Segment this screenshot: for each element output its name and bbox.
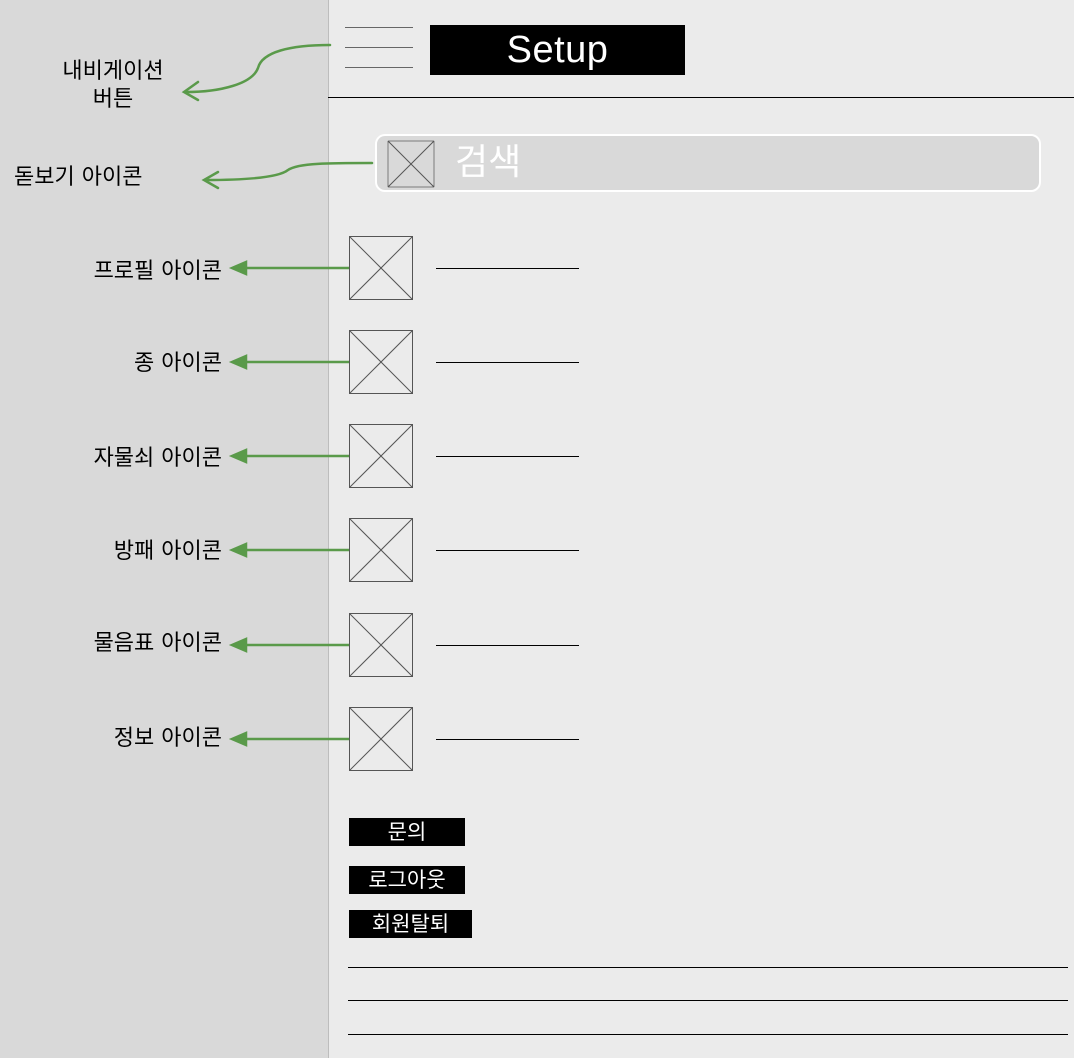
bell-icon[interactable] [349, 330, 413, 394]
lock-icon[interactable] [349, 424, 413, 488]
withdraw-button[interactable]: 회원탈퇴 [349, 910, 472, 938]
annotation-panel [0, 0, 328, 1058]
annotation-nav-button: 내비게이션 버튼 [48, 58, 178, 114]
info-icon[interactable] [349, 707, 413, 771]
header-divider [328, 97, 1074, 98]
logout-button[interactable]: 로그아웃 [349, 866, 465, 894]
annotation-shield-icon: 방패 아이콘 [113, 539, 222, 564]
annotation-lock-icon: 자물쇠 아이콘 [93, 446, 222, 471]
menu-item-profile-line[interactable] [436, 268, 579, 269]
menu-item-shield-line[interactable] [436, 550, 579, 551]
footer-line [348, 1000, 1068, 1001]
question-icon[interactable] [349, 613, 413, 677]
annotation-info-icon: 정보 아이콘 [113, 726, 222, 751]
hamburger-menu-icon[interactable] [345, 27, 413, 69]
page-title: Setup [430, 25, 685, 75]
footer-line [348, 1034, 1068, 1035]
annotation-magnifier-icon: 돋보기 아이콘 [14, 165, 143, 190]
annotation-profile-icon: 프로필 아이콘 [93, 259, 222, 284]
search-placeholder: 검색 [455, 142, 522, 183]
annotation-bell-icon: 종 아이콘 [134, 351, 222, 376]
menu-item-info-line[interactable] [436, 739, 579, 740]
profile-icon[interactable] [349, 236, 413, 300]
search-icon [387, 140, 435, 188]
search-bar[interactable]: 검색 [375, 134, 1041, 192]
annotation-nav-button-line2: 버튼 [92, 87, 134, 112]
menu-item-lock-line[interactable] [436, 456, 579, 457]
menu-item-bell-line[interactable] [436, 362, 579, 363]
menu-item-question-line[interactable] [436, 645, 579, 646]
shield-icon[interactable] [349, 518, 413, 582]
contact-button[interactable]: 문의 [349, 818, 465, 846]
footer-line [348, 967, 1068, 968]
annotation-question-icon: 물음표 아이콘 [93, 631, 222, 656]
annotation-nav-button-line1: 내비게이션 [62, 59, 164, 84]
